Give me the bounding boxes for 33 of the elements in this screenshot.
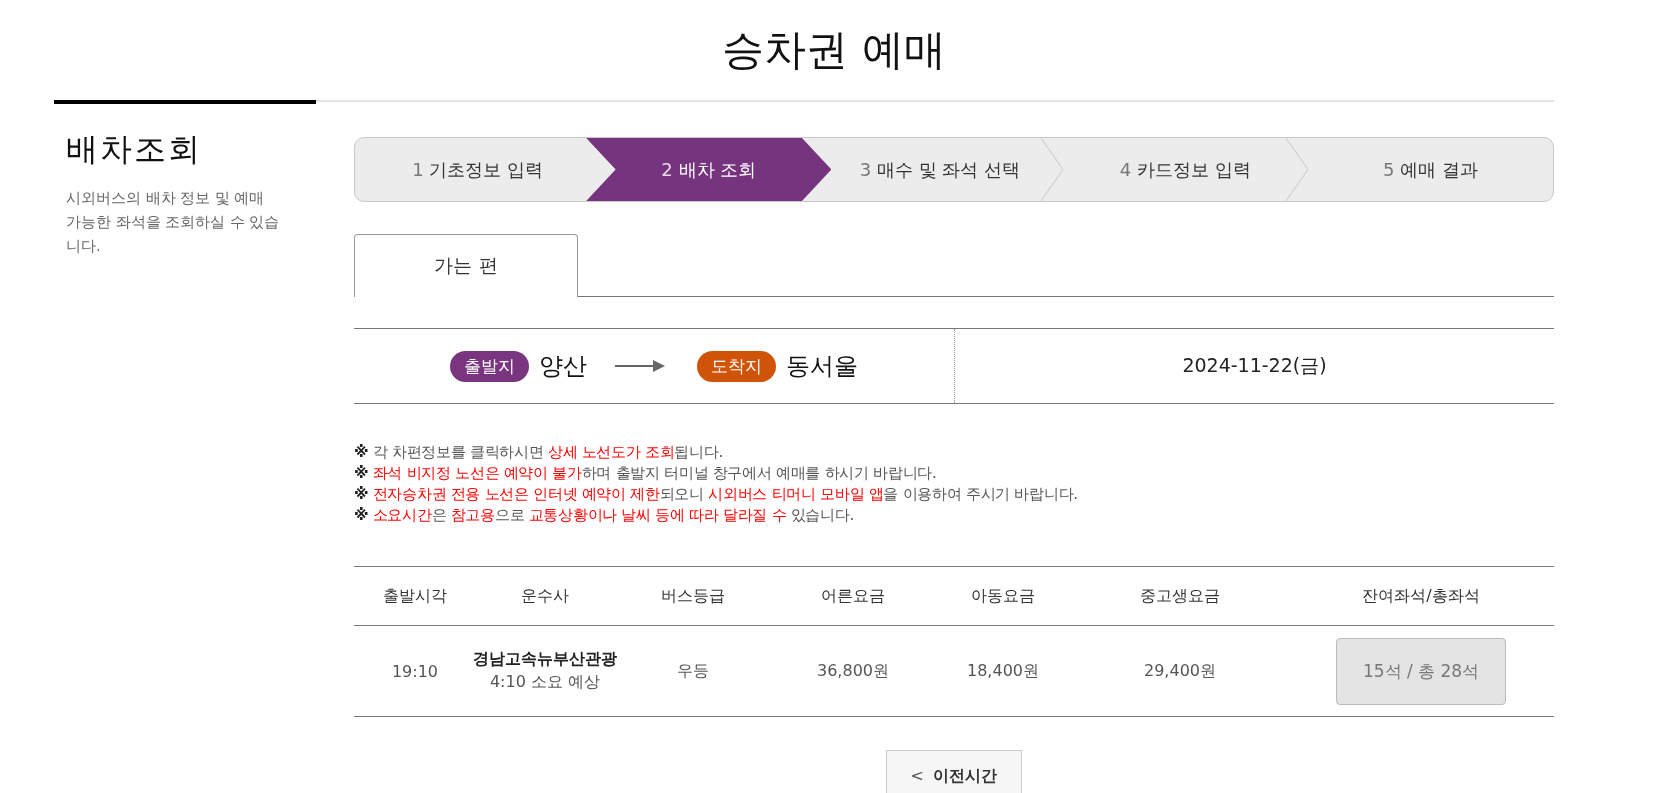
column-header: 운수사 xyxy=(520,584,570,607)
step-item: 5 예매 결과 xyxy=(1381,157,1479,182)
step-item: 1 기초정보 입력 xyxy=(411,157,545,182)
section-title: 배차조회 xyxy=(66,129,203,170)
child-fare: 18,400원 xyxy=(966,659,1040,682)
previous-time-button[interactable]: < 이전시간 xyxy=(886,750,1022,793)
section-description: 시외버스의 배차 정보 및 예매 가능한 좌석을 조회하실 수 있습니다. xyxy=(66,189,281,256)
seat-button[interactable]: 15석 / 총 28석 xyxy=(1336,637,1506,705)
travel-date: 2024-11-22(금) xyxy=(1182,353,1327,378)
destination-name: 동서울 xyxy=(786,351,858,382)
student-fare: 29,400원 xyxy=(1143,659,1217,682)
column-header: 버스등급 xyxy=(660,584,726,607)
column-header: 잔여좌석/총좌석 xyxy=(1361,584,1481,607)
step-item: 4 카드정보 입력 xyxy=(1062,138,1308,201)
company-name: 경남고속뉴부산관광 xyxy=(473,649,617,670)
departure-time: 19:10 xyxy=(390,660,440,683)
column-header: 중고생요금 xyxy=(1139,584,1221,607)
direction-tab[interactable]: 가는 편 xyxy=(354,234,578,297)
column-header: 어른요금 xyxy=(820,584,886,607)
bus-grade: 우등 xyxy=(676,659,710,682)
origin-badge: 출발지 xyxy=(450,350,529,382)
origin-name: 양산 xyxy=(539,351,587,382)
notice-text: ※ 좌석 비지정 노선은 예약이 불가하며 출발지 터미널 창구에서 예매를 하시기 바랍니다. xyxy=(354,463,938,484)
column-header: 아동요금 xyxy=(970,584,1036,607)
step-item: 2 배차 조회 xyxy=(586,138,832,201)
notice-text: ※ 전자승차권 전용 노선은 인터넷 예약이 제한되오니 시외버스 티머니 모바일 앱을 이용하여 주시기 바랍니다. xyxy=(354,484,1079,505)
column-header: 출발시각 xyxy=(382,584,448,607)
notice-text: ※ 각 차편정보를 클릭하시면 상세 노선도가 조회됩니다. xyxy=(354,442,724,463)
notice-text: ※ 소요시간은 참고용으로 교통상황이나 날씨 등에 따라 달라질 수 있습니다. xyxy=(354,505,856,526)
page-title: 승차권 예매 xyxy=(721,24,947,76)
duration-text: 4:10 소요 예상 xyxy=(489,672,601,693)
destination-badge: 도착지 xyxy=(697,350,776,382)
adult-fare: 36,800원 xyxy=(816,659,890,682)
